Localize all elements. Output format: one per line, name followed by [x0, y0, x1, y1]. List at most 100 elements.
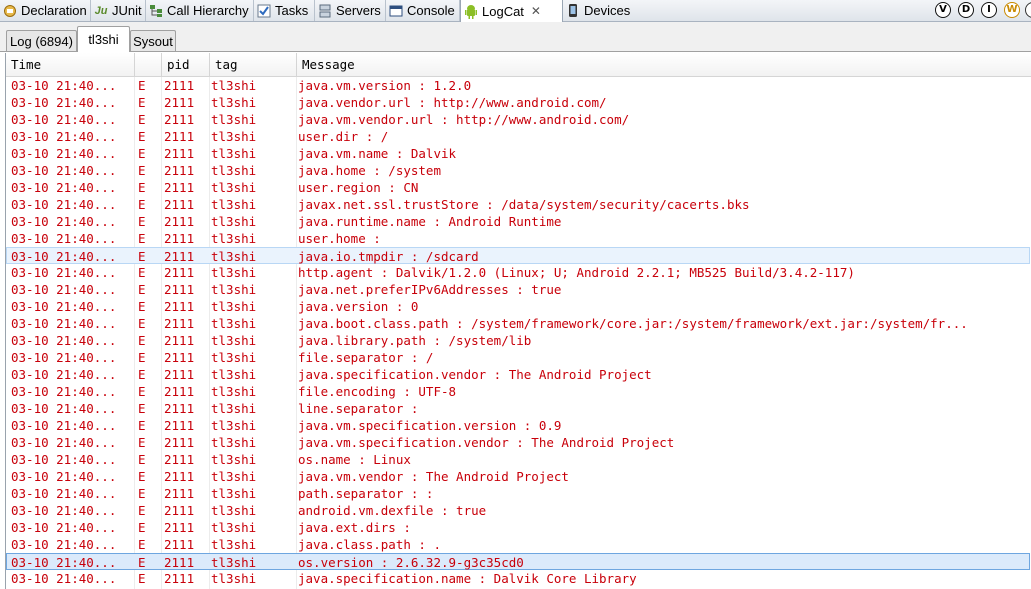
filter-tab-bar: Log (6894) tl3shi Sysout	[0, 22, 1031, 52]
debug-filter-button[interactable]: D	[958, 2, 974, 18]
table-row[interactable]: 03-10 21:40... E 2111 tl3shi java.vm.specifi…	[6, 417, 1030, 434]
log-rows: 03-10 21:40... E 2111 tl3shi java.vm.version…	[6, 77, 1031, 587]
table-row[interactable]: 03-10 21:40... E 2111 tl3shi user.home :	[6, 230, 1030, 247]
cell-message: java.vm.version : 1.2.0	[298, 78, 472, 93]
column-header-time[interactable]: Time	[6, 53, 135, 76]
tab-servers[interactable]: Servers	[315, 0, 386, 21]
table-row[interactable]: 03-10 21:40... E 2111 tl3shi java.home : /sy…	[6, 162, 1030, 179]
cell-level: E	[138, 265, 146, 280]
verbose-filter-button[interactable]: V	[935, 2, 951, 18]
tab-junit[interactable]: Ju JUnit	[91, 0, 146, 21]
tab-label: Devices	[584, 3, 631, 18]
call-hierarchy-icon	[148, 3, 164, 19]
cell-level: E	[138, 367, 146, 382]
table-row[interactable]: 03-10 21:40... E 2111 tl3shi java.ext.dirs :	[6, 519, 1030, 536]
column-header-message[interactable]: Message	[297, 53, 1031, 76]
cell-pid: 2111	[164, 129, 195, 144]
error-filter-button[interactable]	[1025, 2, 1031, 18]
column-header-tag[interactable]: tag	[210, 53, 297, 76]
table-row[interactable]: 03-10 21:40... E 2111 tl3shi java.specificat…	[6, 366, 1030, 383]
table-row[interactable]: 03-10 21:40... E 2111 tl3shi os.name : Linux	[6, 451, 1030, 468]
table-row[interactable]: 03-10 21:40... E 2111 tl3shi java.net.prefer…	[6, 281, 1030, 298]
cell-pid: 2111	[164, 555, 195, 570]
cell-message: user.region : CN	[298, 180, 419, 195]
tab-console[interactable]: Console	[386, 0, 460, 21]
table-row[interactable]: 03-10 21:40... E 2111 tl3shi file.separator …	[6, 349, 1030, 366]
table-row[interactable]: 03-10 21:40... E 2111 tl3shi java.vm.vendor.…	[6, 111, 1030, 128]
cell-message: java.library.path : /system/lib	[298, 333, 532, 348]
cell-tag: tl3shi	[211, 299, 257, 314]
cell-level: E	[138, 452, 146, 467]
table-row[interactable]: 03-10 21:40... E 2111 tl3shi java.vm.name : …	[6, 145, 1030, 162]
table-row[interactable]: 03-10 21:40... E 2111 tl3shi user.region : C…	[6, 179, 1030, 196]
cell-message: java.specification.name : Dalvik Core Li…	[298, 571, 637, 586]
cell-message: java.ext.dirs :	[298, 520, 411, 535]
tab-declaration[interactable]: Declaration	[0, 0, 91, 21]
cell-time: 03-10 21:40...	[11, 180, 117, 195]
tab-call-hierarchy[interactable]: Call Hierarchy	[146, 0, 254, 21]
log-table[interactable]: Time pid tag Message 03-10 21:40... E 2111…	[5, 53, 1031, 589]
cell-tag: tl3shi	[211, 163, 257, 178]
cell-time: 03-10 21:40...	[11, 112, 117, 127]
table-row[interactable]: 03-10 21:40... E 2111 tl3shi line.separator …	[6, 400, 1030, 417]
cell-pid: 2111	[164, 503, 195, 518]
view-tab-bar: Declaration Ju JUnit Call Hierarchy Task…	[0, 0, 1031, 22]
cell-tag: tl3shi	[211, 418, 257, 433]
table-row[interactable]: 03-10 21:40... E 2111 tl3shi android.vm.dexf…	[6, 502, 1030, 519]
table-row[interactable]: 03-10 21:40... E 2111 tl3shi java.specificat…	[6, 570, 1030, 587]
table-row[interactable]: 03-10 21:40... E 2111 tl3shi user.dir : /	[6, 128, 1030, 145]
cell-level: E	[138, 146, 146, 161]
divider	[0, 51, 1031, 52]
cell-pid: 2111	[164, 384, 195, 399]
cell-time: 03-10 21:40...	[11, 350, 117, 365]
cell-level: E	[138, 401, 146, 416]
cell-time: 03-10 21:40...	[11, 401, 117, 416]
table-row[interactable]: 03-10 21:40... E 2111 tl3shi javax.net.ssl.t…	[6, 196, 1030, 213]
table-row[interactable]: 03-10 21:40... E 2111 tl3shi http.agent : Da…	[6, 264, 1030, 281]
cell-tag: tl3shi	[211, 282, 257, 297]
cell-pid: 2111	[164, 180, 195, 195]
tab-log-all[interactable]: Log (6894)	[6, 30, 77, 51]
tab-sysout[interactable]: Sysout	[130, 30, 176, 51]
table-row[interactable]: 03-10 21:40... E 2111 tl3shi java.version : …	[6, 298, 1030, 315]
cell-time: 03-10 21:40...	[11, 146, 117, 161]
table-row[interactable]: 03-10 21:40... E 2111 tl3shi java.io.tmpdir …	[6, 247, 1030, 264]
table-row[interactable]: 03-10 21:40... E 2111 tl3shi java.vm.vendor …	[6, 468, 1030, 485]
column-header-pid[interactable]: pid	[162, 53, 210, 76]
cell-time: 03-10 21:40...	[11, 486, 117, 501]
cell-message: file.encoding : UTF-8	[298, 384, 457, 399]
cell-tag: tl3shi	[211, 401, 257, 416]
cell-pid: 2111	[164, 367, 195, 382]
table-row[interactable]: 03-10 21:40... E 2111 tl3shi java.boot.class…	[6, 315, 1030, 332]
cell-level: E	[138, 571, 146, 586]
cell-time: 03-10 21:40...	[11, 214, 117, 229]
cell-level: E	[138, 95, 146, 110]
cell-message: java.vendor.url : http://www.android.com…	[298, 95, 607, 110]
tab-devices[interactable]: Devices	[563, 0, 638, 21]
cell-pid: 2111	[164, 520, 195, 535]
table-row[interactable]: 03-10 21:40... E 2111 tl3shi java.vm.version…	[6, 77, 1030, 94]
cell-message: user.dir : /	[298, 129, 389, 144]
tab-label: LogCat	[482, 3, 524, 19]
cell-pid: 2111	[164, 299, 195, 314]
cell-message: java.vm.vendor : The Android Project	[298, 469, 569, 484]
table-row[interactable]: 03-10 21:40... E 2111 tl3shi java.class.path…	[6, 536, 1030, 553]
cell-message: file.separator : /	[298, 350, 434, 365]
table-row[interactable]: 03-10 21:40... E 2111 tl3shi java.runtime.na…	[6, 213, 1030, 230]
table-row[interactable]: 03-10 21:40... E 2111 tl3shi os.version : 2.…	[6, 553, 1030, 570]
close-icon[interactable]: ✕	[531, 4, 541, 18]
cell-tag: tl3shi	[211, 555, 257, 570]
tab-logcat[interactable]: LogCat ✕	[460, 0, 563, 22]
table-row[interactable]: 03-10 21:40... E 2111 tl3shi java.vendor.url…	[6, 94, 1030, 111]
column-header-level[interactable]	[135, 53, 162, 76]
cell-message: java.home : /system	[298, 163, 441, 178]
table-row[interactable]: 03-10 21:40... E 2111 tl3shi java.library.pa…	[6, 332, 1030, 349]
table-row[interactable]: 03-10 21:40... E 2111 tl3shi path.separator …	[6, 485, 1030, 502]
tab-tl3shi[interactable]: tl3shi	[77, 26, 130, 52]
info-filter-button[interactable]: I	[981, 2, 997, 18]
cell-message: os.version : 2.6.32.9-g3c35cd0	[298, 555, 524, 570]
table-row[interactable]: 03-10 21:40... E 2111 tl3shi file.encoding :…	[6, 383, 1030, 400]
table-row[interactable]: 03-10 21:40... E 2111 tl3shi java.vm.specifi…	[6, 434, 1030, 451]
tab-tasks[interactable]: Tasks	[254, 0, 315, 21]
warn-filter-button[interactable]: W	[1004, 2, 1020, 18]
